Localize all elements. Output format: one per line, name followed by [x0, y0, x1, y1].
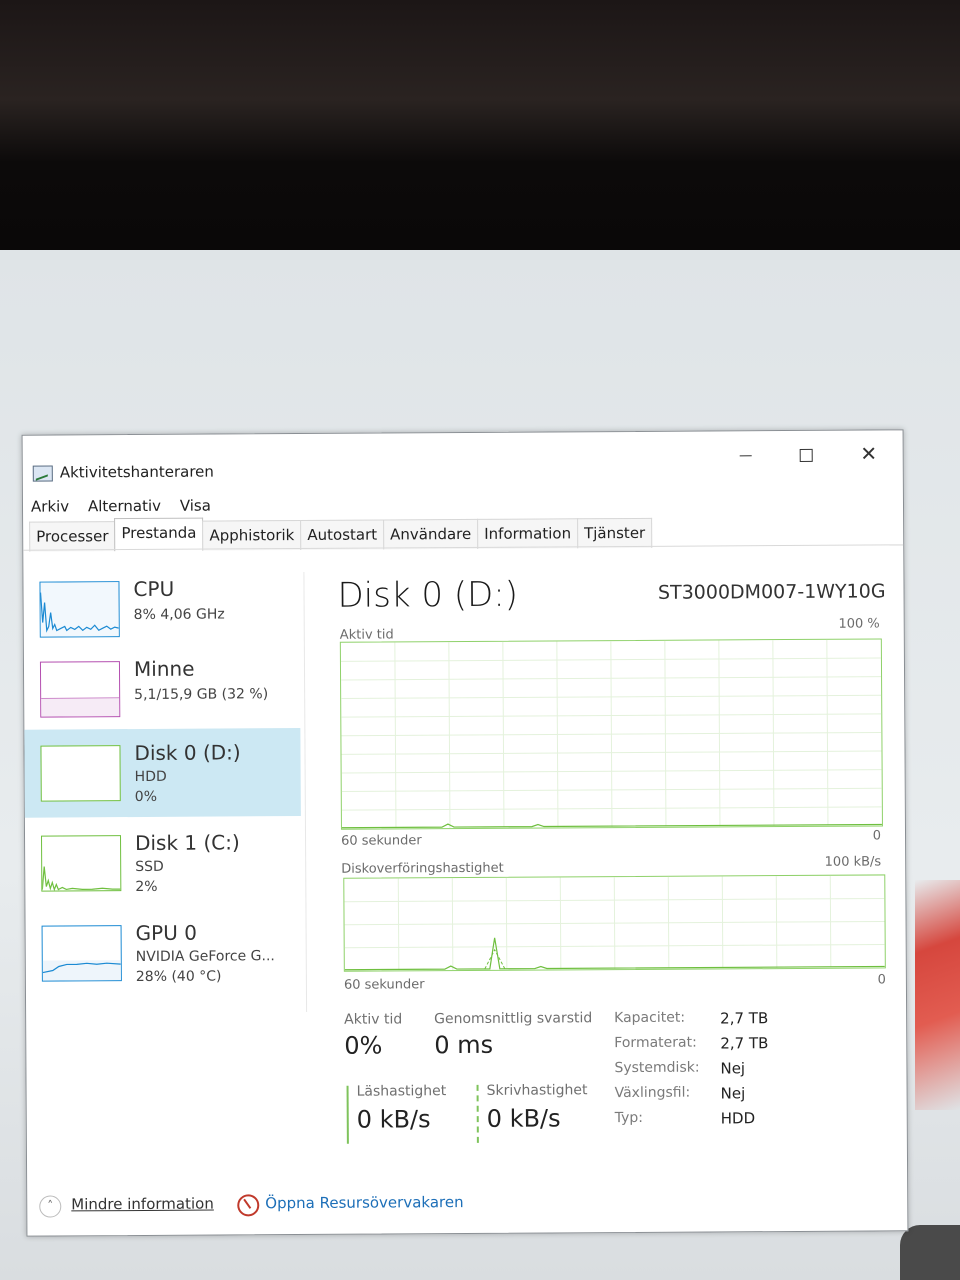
- minimize-icon: [739, 455, 752, 457]
- close-button[interactable]: ✕: [846, 438, 892, 468]
- sidebar-item-detail: 8% 4,06 GHz: [133, 606, 225, 624]
- task-manager-window: Aktivitetshanteraren ✕ Arkiv Alternativ …: [21, 429, 909, 1237]
- cpu-thumbnail-graph: [39, 581, 120, 638]
- sidebar-item-type: HDD: [134, 768, 167, 786]
- transfer-rate-graph: [343, 874, 886, 972]
- graph-1-min: 0: [872, 828, 882, 844]
- tab-prestanda[interactable]: Prestanda: [114, 517, 204, 552]
- write-speed-indicator: [476, 1084, 479, 1143]
- read-speed-indicator: [346, 1085, 349, 1144]
- close-icon: ✕: [860, 441, 878, 466]
- graph-1-time: 60 sekunder: [341, 833, 422, 849]
- read-speed-label: Läshastighet: [356, 1083, 447, 1100]
- property-system-disk-label: Systemdisk:: [614, 1059, 700, 1077]
- tab-strip: Processer Prestanda Apphistorik Autostar…: [29, 517, 653, 552]
- property-formatted-value: 2,7 TB: [720, 1034, 769, 1053]
- tab-processer[interactable]: Processer: [29, 521, 116, 552]
- chevron-up-icon[interactable]: ˄: [39, 1195, 62, 1218]
- sidebar-item-title: CPU: [133, 576, 175, 602]
- sidebar-item-model: NVIDIA GeForce G...: [135, 948, 275, 966]
- sidebar-item-title: Minne: [133, 656, 195, 682]
- active-time-graph: [339, 638, 883, 830]
- active-time-value: 0%: [344, 1031, 383, 1060]
- sidebar-item-title: Disk 0 (D:): [134, 740, 241, 766]
- graph-2-min: 0: [877, 972, 886, 988]
- tab-tjanster[interactable]: Tjänster: [576, 517, 653, 549]
- graph-2-label: Diskoverföringshastighet: [341, 860, 504, 877]
- write-speed-value: 0 kB/s: [486, 1104, 561, 1133]
- tab-autostart[interactable]: Autostart: [300, 519, 385, 551]
- fewer-details-link[interactable]: Mindre information: [71, 1195, 214, 1214]
- menu-bar: Arkiv Alternativ Visa: [31, 496, 225, 516]
- sidebar-item-title: GPU 0: [135, 920, 197, 946]
- tab-anvandare[interactable]: Användare: [383, 518, 479, 550]
- maximize-button[interactable]: [783, 439, 829, 469]
- property-capacity-value: 2,7 TB: [720, 1009, 769, 1028]
- sidebar-item-title: Disk 1 (C:): [134, 830, 240, 856]
- disk-1-thumbnail-graph: [41, 835, 122, 892]
- tab-apphistorik[interactable]: Apphistorik: [202, 519, 302, 551]
- disk-title: Disk 0 (D:): [337, 574, 519, 616]
- property-page-file-value: Nej: [720, 1084, 746, 1103]
- response-time-label: Genomsnittlig svarstid: [434, 1010, 593, 1028]
- window-title: Aktivitetshanteraren: [59, 462, 214, 482]
- disk-0-thumbnail-graph: [40, 745, 121, 802]
- minimize-button[interactable]: [723, 439, 769, 469]
- sidebar-item-disk-1[interactable]: Disk 1 (C:) SSD 2%: [25, 818, 302, 908]
- property-system-disk-value: Nej: [720, 1059, 746, 1078]
- graph-2-time: 60 sekunder: [343, 977, 425, 993]
- menu-visa[interactable]: Visa: [180, 497, 211, 515]
- menu-arkiv[interactable]: Arkiv: [31, 497, 69, 515]
- red-glare: [915, 880, 960, 1110]
- maximize-icon: [799, 448, 813, 462]
- open-resource-monitor-link[interactable]: Öppna Resursövervakaren: [265, 1193, 463, 1212]
- menu-alternativ[interactable]: Alternativ: [88, 497, 161, 515]
- sidebar-item-usage: 0%: [134, 788, 158, 806]
- graph-2-max: 100 kB/s: [824, 854, 882, 870]
- resource-sidebar: CPU 8% 4,06 GHz Minne 5,1/15,9 GB (32 %)…: [23, 564, 304, 1016]
- task-manager-icon: [32, 465, 53, 482]
- read-speed-value: 0 kB/s: [356, 1105, 431, 1134]
- graph-1-max: 100 %: [838, 616, 880, 632]
- sidebar-item-usage: 2%: [135, 878, 158, 896]
- disk-stats: Aktiv tid 0% Genomsnittlig svarstid 0 ms…: [344, 1008, 895, 1161]
- write-speed-label: Skrivhastighet: [486, 1082, 588, 1099]
- sidebar-item-type: SSD: [135, 858, 164, 876]
- property-capacity-label: Kapacitet:: [614, 1009, 686, 1027]
- disk-model: ST3000DM007-1WY10G: [657, 580, 886, 604]
- detail-panel: Disk 0 (D:) ST3000DM007-1WY10G Aktiv tid…: [323, 560, 897, 1163]
- property-type-value: HDD: [720, 1109, 756, 1128]
- gpu-thumbnail-graph: [41, 925, 122, 982]
- photo-background-top: [0, 0, 960, 250]
- response-time-value: 0 ms: [434, 1030, 494, 1060]
- active-time-label: Aktiv tid: [344, 1011, 403, 1028]
- sidebar-divider: [303, 571, 308, 1012]
- tab-information[interactable]: Information: [477, 518, 579, 549]
- memory-thumbnail-graph: [39, 661, 121, 718]
- title-bar[interactable]: Aktivitetshanteraren ✕: [23, 430, 903, 482]
- property-formatted-label: Formaterat:: [614, 1034, 697, 1052]
- sidebar-item-usage: 28% (40 °C): [135, 968, 222, 986]
- photo-background-corner: [900, 1225, 960, 1280]
- graph-1-label: Aktiv tid: [339, 627, 394, 643]
- footer: ˄ Mindre information Öppna Resursövervak…: [37, 1188, 897, 1223]
- sidebar-item-memory[interactable]: Minne 5,1/15,9 GB (32 %): [24, 644, 301, 734]
- property-type-label: Typ:: [614, 1109, 644, 1127]
- sidebar-item-cpu[interactable]: CPU 8% 4,06 GHz: [23, 564, 300, 654]
- property-page-file-label: Växlingsfil:: [614, 1084, 691, 1102]
- sidebar-item-gpu-0[interactable]: GPU 0 NVIDIA GeForce G... 28% (40 °C): [25, 908, 302, 998]
- sidebar-item-detail: 5,1/15,9 GB (32 %): [134, 686, 269, 704]
- sidebar-item-disk-0[interactable]: Disk 0 (D:) HDD 0%: [24, 728, 301, 818]
- resource-monitor-icon[interactable]: [237, 1194, 260, 1217]
